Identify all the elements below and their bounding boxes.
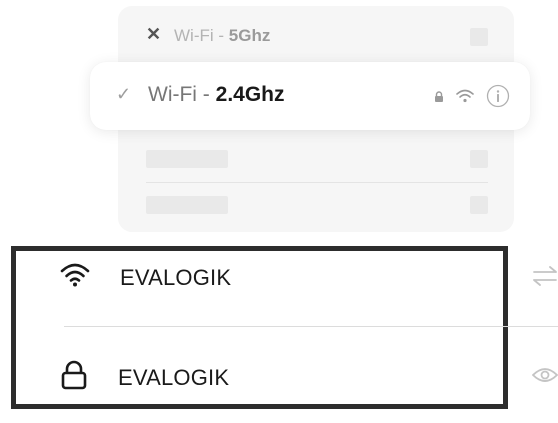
close-icon: ✕ bbox=[146, 24, 162, 44]
network-label-2-4ghz: Wi-Fi - 2.4Ghz bbox=[148, 83, 285, 106]
network-name: EVALOGIK bbox=[118, 364, 230, 390]
row-divider bbox=[64, 326, 558, 327]
network-row-2-4ghz-selected[interactable]: ✓ Wi-Fi - 2.4Ghz bbox=[90, 62, 530, 130]
swap-arrows-icon[interactable] bbox=[532, 266, 558, 291]
placeholder-square bbox=[470, 196, 488, 214]
wifi-network-selector: ✕ Wi-Fi - 5Ghz ✓ Wi-Fi - 2.4Ghz EVALOGIK… bbox=[0, 0, 558, 423]
placeholder-bar bbox=[146, 196, 228, 214]
placeholder-square bbox=[470, 150, 488, 168]
info-icon[interactable] bbox=[486, 84, 510, 113]
list-divider bbox=[146, 182, 488, 183]
wifi-icon bbox=[60, 262, 90, 293]
checkmark-icon: ✓ bbox=[116, 84, 132, 104]
placeholder-bar bbox=[146, 150, 228, 168]
network-row-5ghz[interactable]: ✕ Wi-Fi - 5Ghz bbox=[118, 20, 514, 60]
network-label-5ghz: Wi-Fi - 5Ghz bbox=[174, 26, 271, 45]
wifi-icon bbox=[456, 89, 474, 108]
eye-icon[interactable] bbox=[531, 366, 558, 389]
lock-icon bbox=[60, 360, 88, 395]
lock-icon bbox=[434, 90, 444, 108]
network-row-evalogik-wifi[interactable]: EVALOGIK bbox=[60, 262, 231, 293]
placeholder-square bbox=[470, 28, 488, 46]
network-row-evalogik-password[interactable]: EVALOGIK bbox=[60, 360, 229, 395]
network-status-icons bbox=[434, 84, 510, 113]
network-name: EVALOGIK bbox=[120, 264, 232, 290]
